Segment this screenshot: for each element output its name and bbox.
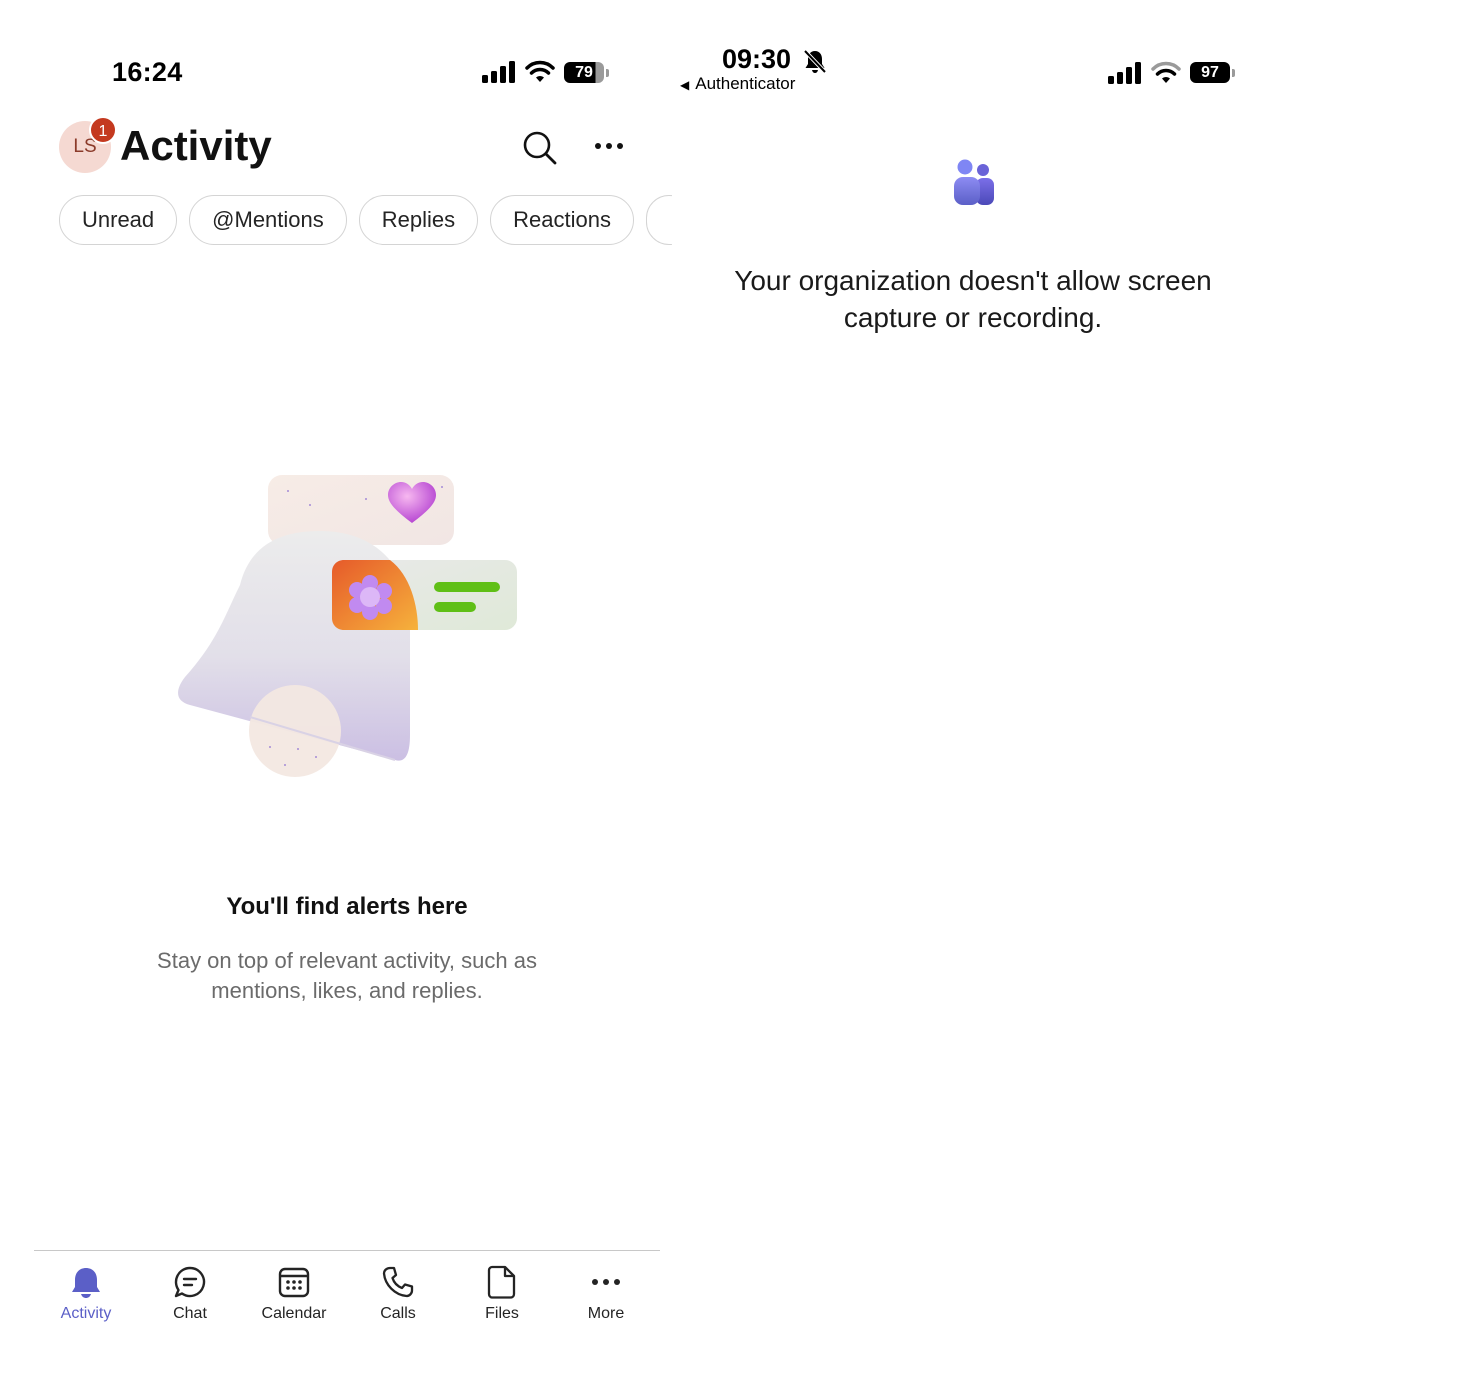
tab-calendar[interactable]: Calendar [242, 1263, 346, 1323]
tab-label: Activity [60, 1305, 112, 1322]
battery-indicator: 79 [564, 62, 609, 83]
chat-icon [174, 1266, 206, 1298]
battery-indicator: 97 [1190, 62, 1235, 83]
wifi-icon [525, 60, 555, 82]
tab-activity[interactable]: Activity [34, 1263, 138, 1323]
bell-icon [72, 1268, 100, 1298]
back-app-label: Authenticator [695, 74, 796, 93]
wifi-icon [1151, 61, 1181, 83]
filter-reactions[interactable]: Reactions [490, 195, 634, 245]
teams-activity-screen: 16:24 79 LS 1 Activity Unread @Mentions … [0, 0, 672, 1386]
more-options-icon[interactable] [594, 140, 624, 152]
battery-level: 79 [564, 62, 604, 83]
filter-chips: Unread @Mentions Replies Reactions [59, 195, 672, 245]
more-icon [592, 1279, 620, 1285]
cellular-signal-icon [1108, 62, 1141, 84]
cellular-signal-icon [482, 61, 515, 83]
tab-label: Files [485, 1305, 519, 1322]
back-to-app-link[interactable]: ◀ Authenticator [680, 74, 795, 94]
status-time: 09:30 [722, 44, 792, 74]
screen-capture-blocked-screen: 09:30 ◀ Authenticator 97 Your organizati… [672, 0, 1472, 1386]
bottom-tab-bar: Activity Chat Calendar Calls Files More [34, 1250, 660, 1386]
battery-level: 97 [1190, 62, 1230, 83]
file-icon [487, 1265, 516, 1299]
tab-label: Calendar [261, 1305, 327, 1322]
phone-icon [382, 1266, 414, 1298]
empty-state-subtitle: Stay on top of relevant activity, such a… [157, 948, 537, 1003]
page-title: Activity [120, 122, 272, 169]
empty-state-title: You'll find alerts here [226, 893, 468, 920]
tab-label: Calls [380, 1305, 416, 1322]
tab-label: Chat [173, 1305, 207, 1322]
notification-badge: 1 [89, 116, 117, 144]
tab-files[interactable]: Files [450, 1263, 554, 1323]
bell-illustration [178, 475, 517, 777]
back-arrow-icon: ◀ [680, 78, 690, 92]
tab-more[interactable]: More [554, 1263, 658, 1323]
filter-mentions[interactable]: @Mentions [189, 195, 347, 245]
filter-replies[interactable]: Replies [358, 195, 479, 245]
filter-more-chip[interactable] [645, 195, 672, 245]
battery-nub [606, 68, 609, 77]
teams-logo-icon [954, 159, 994, 205]
tab-label: More [587, 1305, 625, 1322]
search-icon[interactable] [522, 130, 558, 166]
tab-calls[interactable]: Calls [346, 1263, 450, 1323]
silent-bell-icon [803, 49, 827, 74]
screen-capture-blocked-message: Your organization doesn't allow screen c… [734, 265, 1212, 333]
tab-chat[interactable]: Chat [138, 1263, 242, 1323]
calendar-icon [278, 1267, 310, 1298]
battery-nub [1232, 68, 1235, 77]
filter-unread[interactable]: Unread [59, 195, 178, 245]
status-time: 16:24 [112, 57, 183, 87]
